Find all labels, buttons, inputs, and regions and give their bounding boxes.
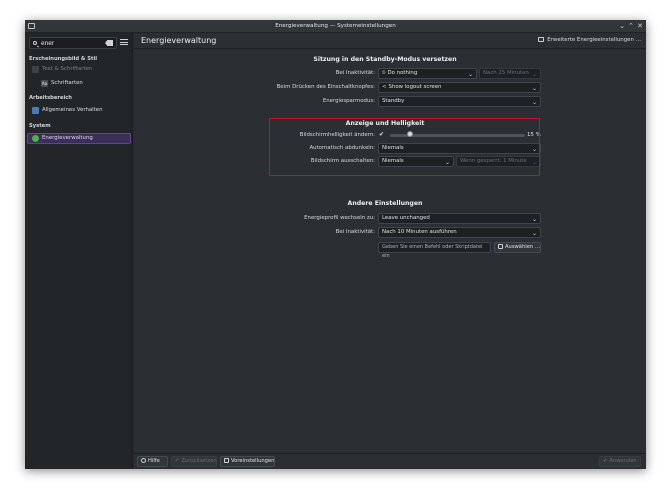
- checkmark-icon: ✔: [603, 458, 608, 464]
- search-icon: [33, 41, 37, 45]
- chevron-down-icon: ⌄: [531, 85, 537, 92]
- chevron-down-icon: ⌄: [531, 99, 537, 106]
- file-icon: [498, 244, 503, 249]
- document-icon: [224, 458, 229, 463]
- no-entry-icon: ⦸: [382, 70, 386, 76]
- run-inactivity-label: Bei Inaktivität:: [335, 229, 375, 235]
- power-button-combo[interactable]: < Show logout screen ⌄: [378, 82, 541, 93]
- chevron-left-icon: <: [382, 84, 387, 90]
- run-inactivity-combo[interactable]: Nach 10 Minuten ausführen ⌄: [378, 227, 541, 238]
- search-field[interactable]: [29, 37, 117, 49]
- defaults-button[interactable]: Voreinstellungen: [220, 456, 275, 467]
- chevron-down-icon: ⌄: [531, 216, 537, 223]
- title-bar: Energieverwaltung — Systemeinstellungen …: [25, 20, 646, 33]
- fonts-icon: Aa: [41, 80, 48, 87]
- inactivity-action-combo[interactable]: ⦸ Do nothing ⌄: [378, 68, 477, 79]
- chevron-down-icon[interactable]: ⌄: [618, 22, 626, 30]
- search-input[interactable]: [41, 39, 101, 48]
- sidebar-item-fonts[interactable]: Aa Schriftarten: [27, 78, 131, 89]
- chevron-up-icon[interactable]: ⌃: [627, 22, 635, 30]
- power-button-label: Beim Drücken des Einschaltknopfes:: [276, 84, 375, 90]
- hamburger-menu-icon[interactable]: [120, 38, 128, 47]
- main-header: Energieverwaltung Erweiterte Energieeins…: [134, 33, 646, 49]
- sidebar-section-appearance: Erscheinungsbild & Stil: [29, 56, 98, 62]
- sleep-mode-label: Energiesparmodus:: [322, 98, 375, 104]
- text-fonts-icon: [32, 66, 39, 73]
- window-title: Energieverwaltung — Systemeinstellungen: [275, 23, 396, 29]
- sidebar-item-power-management[interactable]: Energieverwaltung: [27, 133, 131, 144]
- clear-search-icon[interactable]: [105, 40, 113, 46]
- reset-button[interactable]: ↶ Zurücksetzen: [171, 456, 217, 467]
- profile-combo[interactable]: Leave unchanged ⌄: [378, 213, 541, 224]
- chevron-down-icon: ⌄: [467, 71, 473, 78]
- command-input[interactable]: Geben Sie einen Befehl oder Skriptdatei …: [378, 242, 491, 259]
- advanced-settings-button[interactable]: Erweiterte Energieeinstellungen …: [538, 37, 641, 43]
- chevron-down-icon: ⌄: [531, 230, 537, 237]
- choose-button[interactable]: Auswählen …: [494, 242, 541, 253]
- help-button[interactable]: Hilfe: [137, 456, 168, 467]
- inactivity-label: Bei Inaktivität:: [335, 70, 375, 76]
- close-icon[interactable]: ✕: [636, 22, 644, 30]
- footer-bar: Hilfe ↶ Zurücksetzen Voreinstellungen ✔ An…: [134, 453, 646, 469]
- help-icon: [141, 458, 146, 463]
- main-panel: Energieverwaltung Erweiterte Energieeins…: [134, 33, 646, 469]
- profile-label: Energieprofil wechseln zu:: [304, 215, 375, 221]
- sidebar: Erscheinungsbild & Stil Text & Schriftar…: [25, 33, 133, 469]
- sidebar-item-general-behavior[interactable]: Allgemeines Verhalten: [27, 105, 131, 116]
- highlight-box: [269, 118, 540, 176]
- general-behavior-icon: [32, 107, 39, 114]
- sleep-mode-combo[interactable]: Standby ⌄: [378, 96, 541, 107]
- inactivity-delay-combo[interactable]: Nach 25 Minuten ⌄: [479, 68, 541, 79]
- undo-icon: ↶: [175, 458, 180, 464]
- power-management-icon: [32, 135, 39, 142]
- sidebar-section-workspace: Arbeitsbereich: [29, 95, 73, 101]
- standby-group-title: Sitzung in den Standby-Modus versetzen: [313, 56, 457, 63]
- other-group-title: Andere Einstellungen: [347, 200, 423, 207]
- sidebar-item-text-fonts[interactable]: Text & Schriftarten: [27, 64, 131, 75]
- page-title: Energieverwaltung: [141, 36, 217, 45]
- sidebar-section-system: System: [29, 123, 51, 129]
- chevron-down-icon: ⌄: [531, 71, 537, 78]
- settings-icon: [538, 37, 545, 42]
- settings-window: Energieverwaltung — Systemeinstellungen …: [25, 20, 646, 469]
- apply-button[interactable]: ✔ Anwenden: [599, 456, 641, 467]
